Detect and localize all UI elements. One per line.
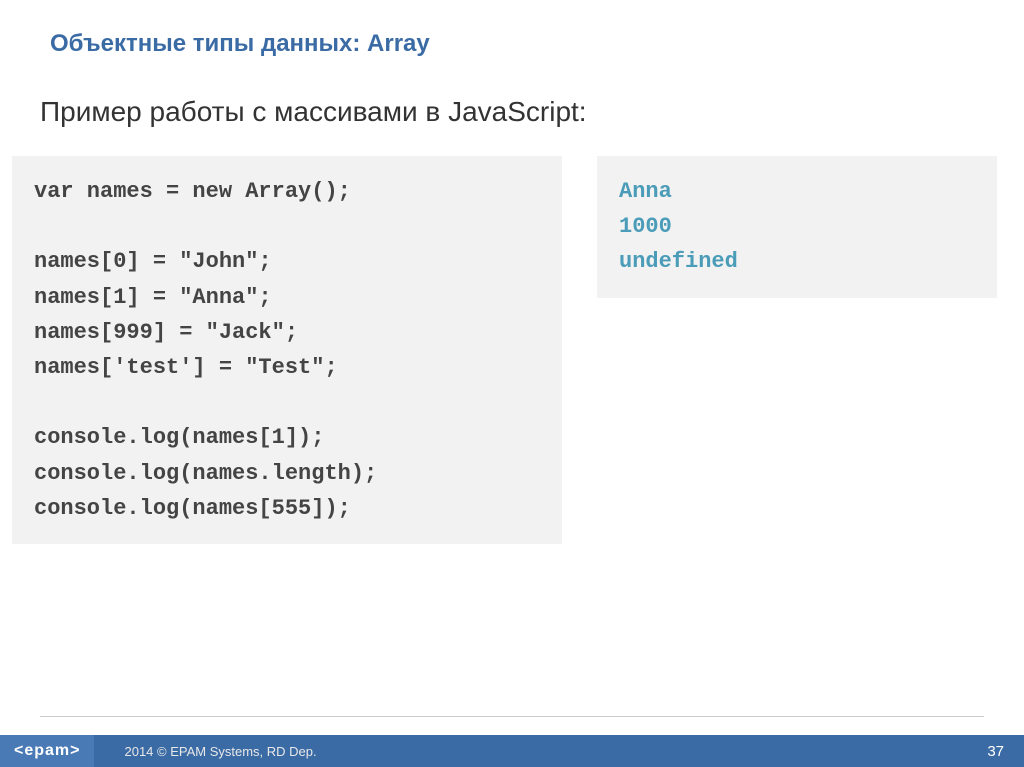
slide-subtitle: Пример работы с массивами в JavaScript: xyxy=(40,96,587,128)
epam-logo: <epam> xyxy=(0,735,94,767)
slide-container: Объектные типы данных: Array Пример рабо… xyxy=(0,0,1024,767)
code-block: var names = new Array(); names[0] = "Joh… xyxy=(12,156,562,544)
footer-copyright: 2014 © EPAM Systems, RD Dep. xyxy=(124,744,316,759)
slide-title: Объектные типы данных: Array xyxy=(50,30,430,58)
output-block: Anna 1000 undefined xyxy=(597,156,997,298)
page-number: 37 xyxy=(987,743,1004,760)
footer: <epam> 2014 © EPAM Systems, RD Dep. 37 xyxy=(0,735,1024,767)
separator-line xyxy=(40,716,984,717)
